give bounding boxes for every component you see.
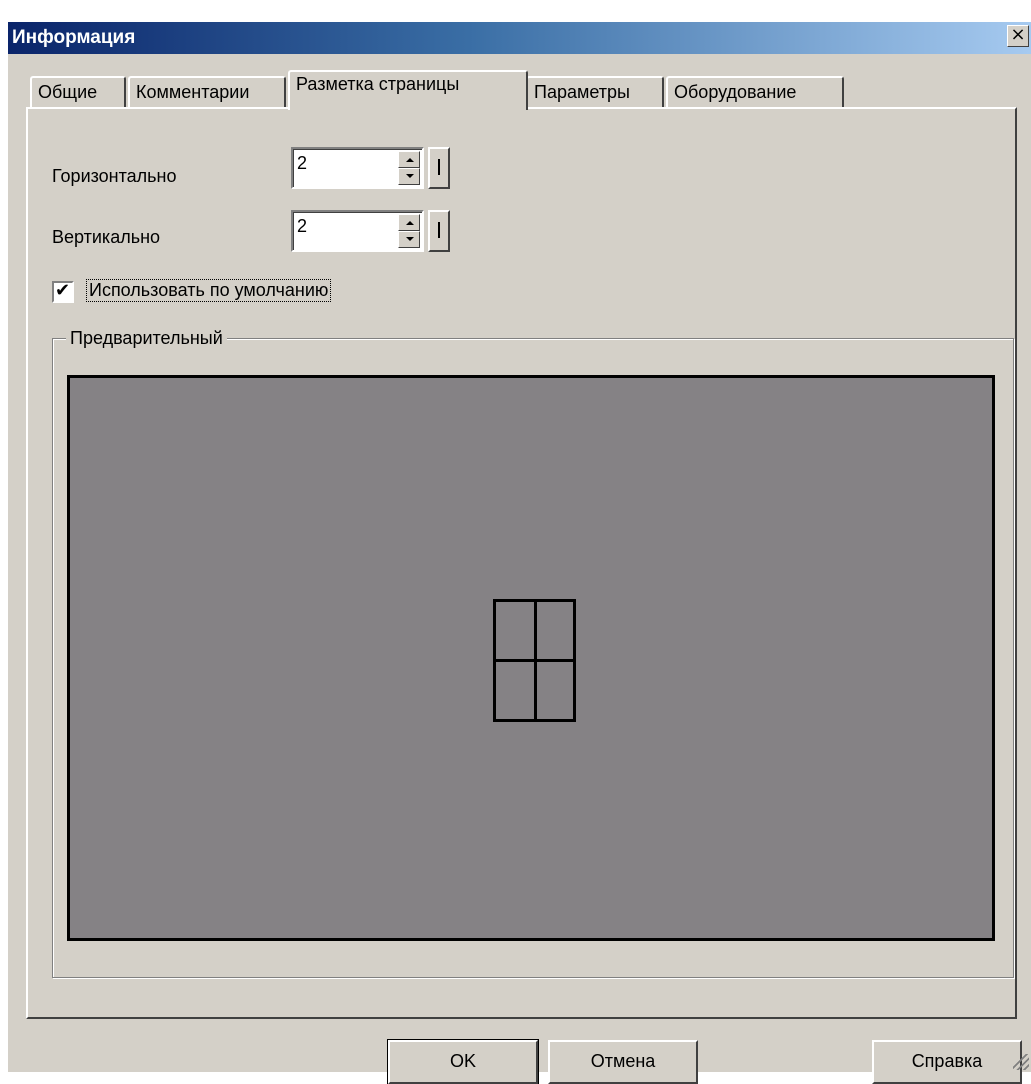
triangle-down-icon bbox=[406, 237, 414, 241]
grid-row-divider bbox=[496, 659, 573, 662]
cancel-button-label: Отмена bbox=[590, 1051, 656, 1071]
help-button-label: Справка bbox=[911, 1051, 983, 1071]
dialog-window: Информация × Общие Комментарии Разметка … bbox=[0, 0, 1031, 1084]
preview-group-label: Предварительный bbox=[66, 328, 227, 349]
tab-label: Разметка страницы bbox=[296, 74, 460, 94]
desktop-background bbox=[0, 0, 1031, 22]
triangle-down-icon bbox=[406, 174, 414, 178]
vertical-spinbox[interactable]: 2 bbox=[291, 210, 424, 252]
page-layout-grid bbox=[493, 599, 576, 722]
help-button[interactable]: Справка bbox=[872, 1040, 1022, 1084]
tab-label: Параметры bbox=[534, 82, 630, 102]
checkmark-icon: ✔ bbox=[55, 280, 71, 301]
use-default-checkbox[interactable]: ✔ bbox=[52, 280, 74, 303]
tab-page-layout[interactable]: Разметка страницы bbox=[288, 70, 528, 110]
vertical-increment-button[interactable] bbox=[398, 214, 420, 231]
use-default-label[interactable]: Использовать по умолчанию bbox=[86, 279, 332, 302]
close-icon: × bbox=[1010, 24, 1026, 45]
tab-label: Оборудование bbox=[674, 82, 797, 102]
tab-general[interactable]: Общие bbox=[30, 76, 126, 108]
tab-comments[interactable]: Комментарии bbox=[128, 76, 286, 108]
spin-arrows bbox=[398, 151, 420, 185]
ok-button[interactable]: OK bbox=[387, 1039, 539, 1084]
tab-parameters[interactable]: Параметры bbox=[526, 76, 664, 108]
cancel-button[interactable]: Отмена bbox=[548, 1040, 698, 1084]
horizontal-input[interactable]: 2 bbox=[297, 153, 387, 174]
ok-button-label: OK bbox=[449, 1051, 476, 1071]
desktop-left-edge bbox=[0, 22, 8, 1072]
vertical-extra-button[interactable] bbox=[428, 210, 450, 252]
window-title: Информация bbox=[12, 27, 136, 48]
resize-grip[interactable] bbox=[1013, 1054, 1029, 1070]
horizontal-decrement-button[interactable] bbox=[398, 168, 420, 185]
tab-label: Комментарии bbox=[136, 82, 250, 102]
horizontal-label: Горизонтально bbox=[52, 166, 177, 186]
triangle-up-icon bbox=[406, 158, 414, 162]
tab-label: Общие bbox=[38, 82, 98, 102]
title-bar[interactable]: Информация × bbox=[8, 22, 1031, 54]
horizontal-extra-button[interactable] bbox=[428, 147, 450, 189]
horizontal-spinbox[interactable]: 2 bbox=[291, 147, 424, 189]
triangle-up-icon bbox=[406, 221, 414, 225]
vertical-decrement-button[interactable] bbox=[398, 231, 420, 248]
tab-equipment[interactable]: Оборудование bbox=[666, 76, 844, 108]
vertical-label: Вертикально bbox=[52, 227, 161, 247]
spin-arrows bbox=[398, 214, 420, 248]
close-button[interactable]: × bbox=[1007, 25, 1029, 47]
horizontal-increment-button[interactable] bbox=[398, 151, 420, 168]
vertical-input[interactable]: 2 bbox=[297, 216, 387, 237]
